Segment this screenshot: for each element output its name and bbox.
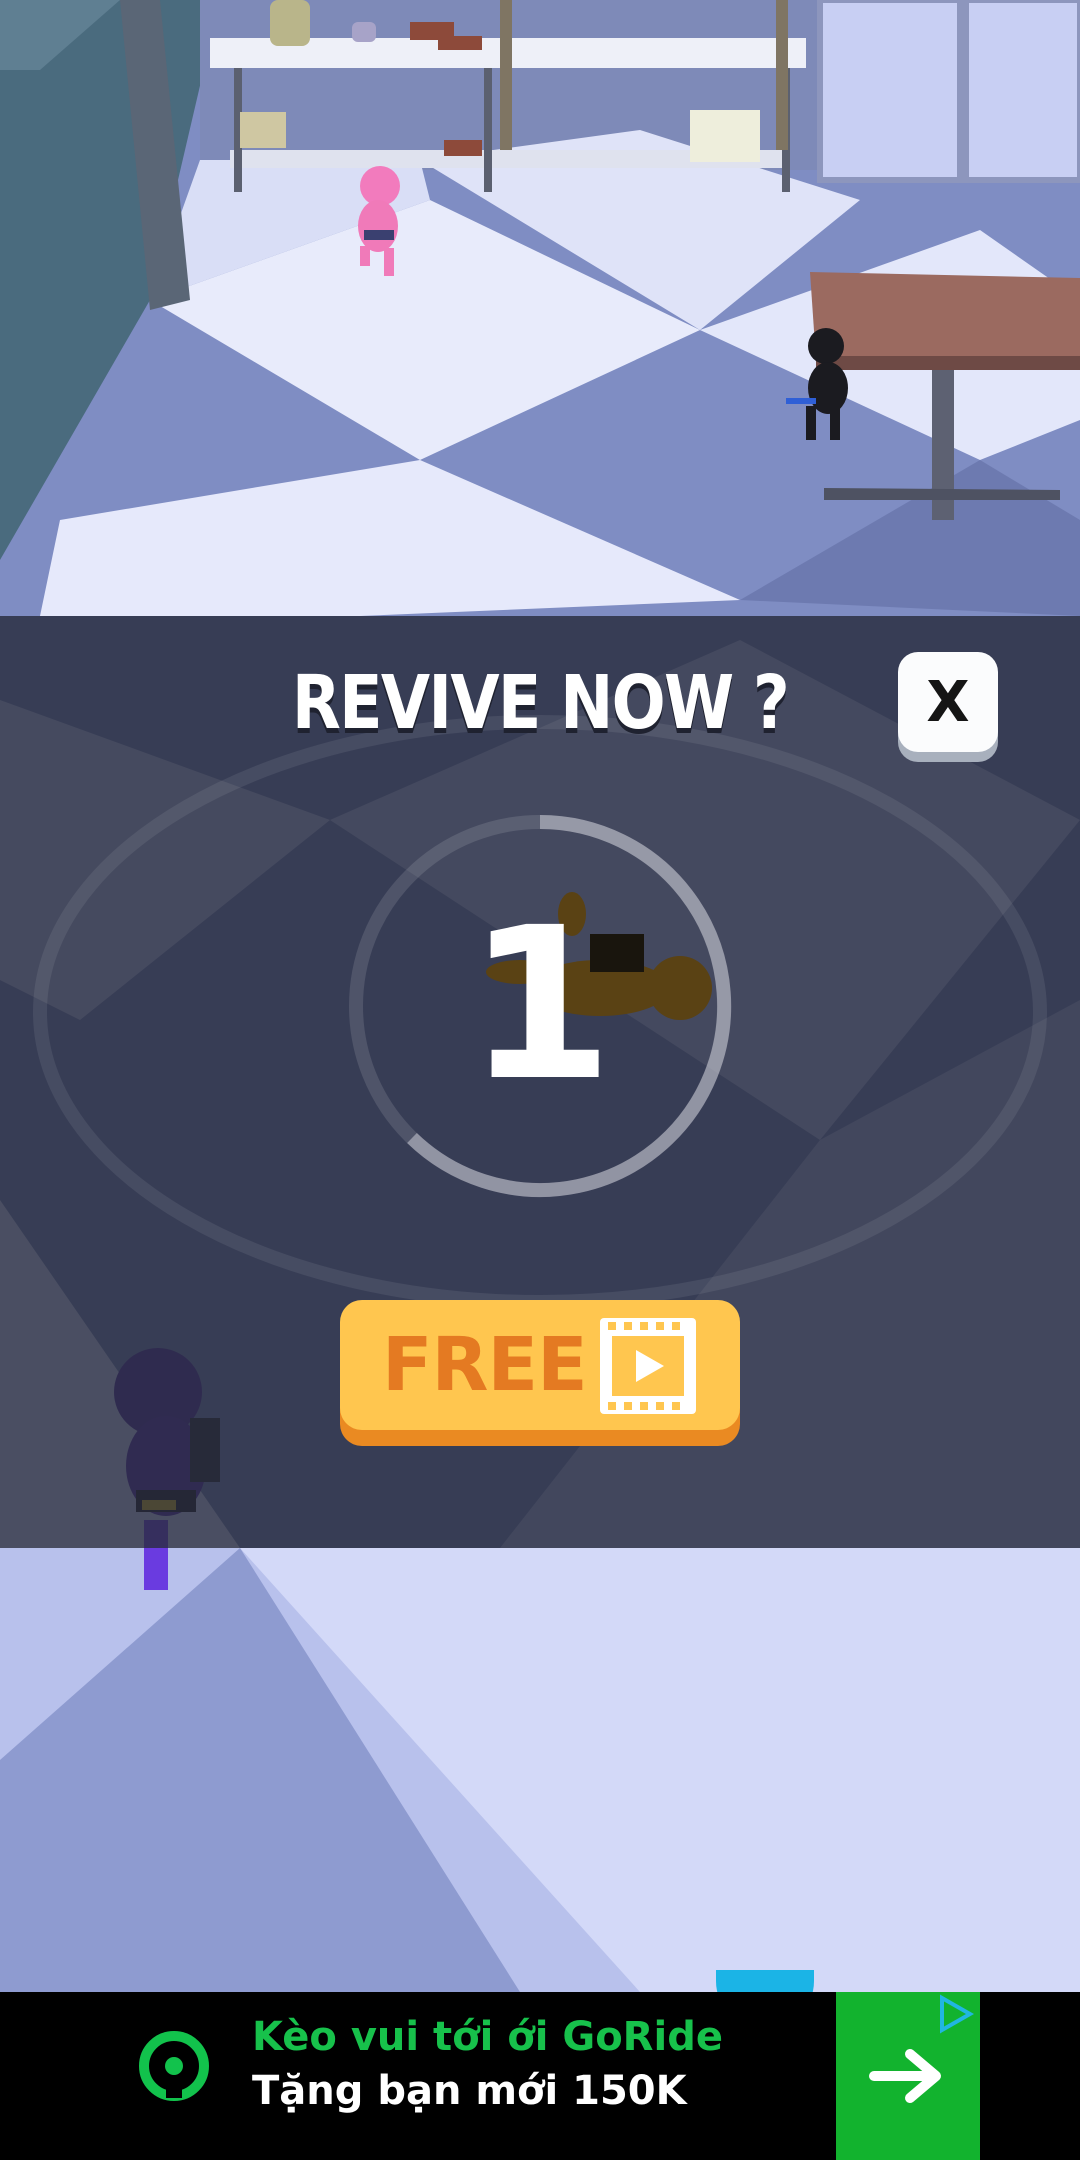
free-revive-button[interactable]: FREE bbox=[340, 1300, 740, 1430]
adchoices-icon[interactable] bbox=[934, 1994, 974, 2034]
close-button[interactable]: X bbox=[898, 652, 998, 752]
free-button-label: FREE bbox=[382, 1322, 588, 1408]
revive-title: REVIVE NOW ? bbox=[291, 660, 790, 746]
ad-subline: Tặng bạn mới 150K bbox=[252, 2068, 687, 2114]
close-label: X bbox=[926, 669, 970, 735]
ad-headline: Kèo vui tới ới GoRide bbox=[252, 2014, 723, 2060]
countdown-number: 1 bbox=[466, 882, 614, 1127]
gojek-logo-icon bbox=[139, 2031, 209, 2101]
video-play-icon bbox=[600, 1318, 696, 1414]
arrow-right-icon bbox=[869, 2049, 941, 2103]
